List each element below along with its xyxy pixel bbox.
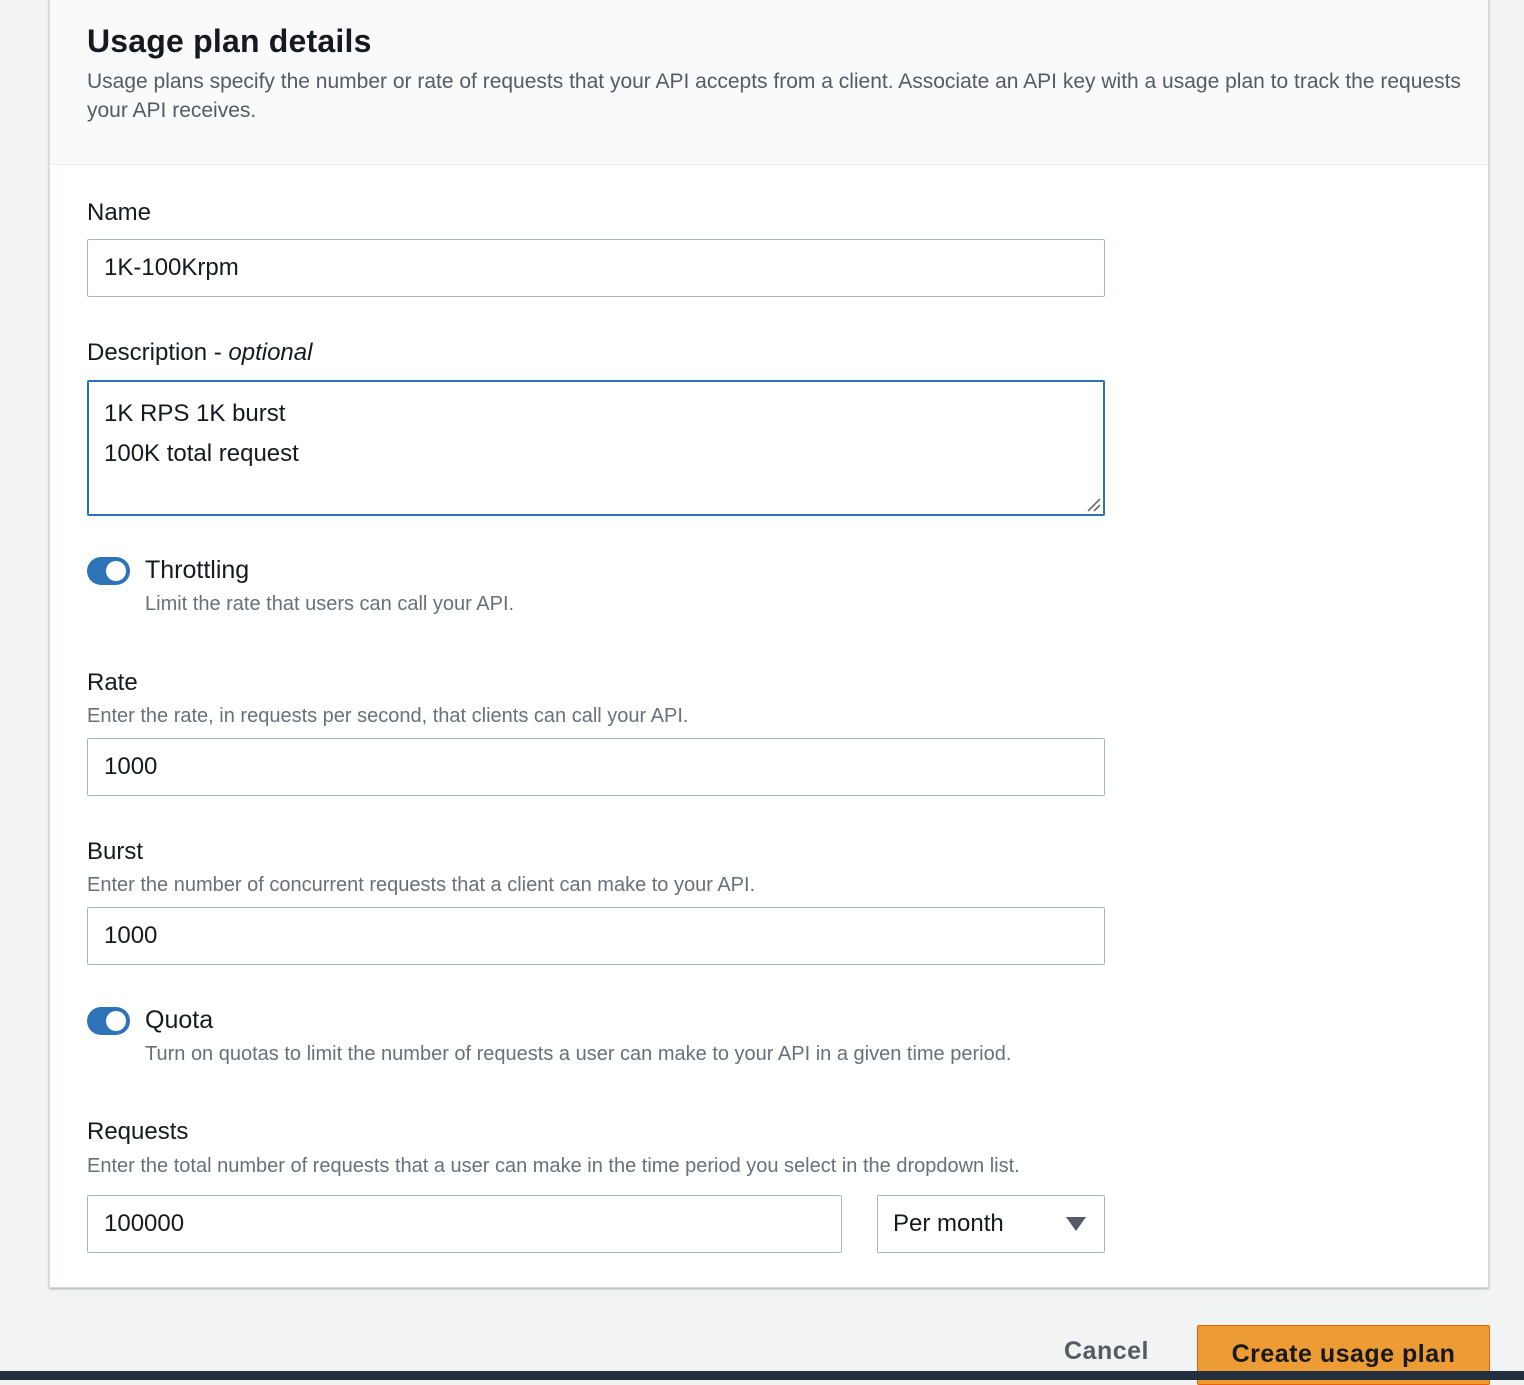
name-label: Name — [87, 199, 152, 226]
rate-label: Rate — [87, 669, 138, 696]
panel-description: Usage plans specify the number or rate o… — [87, 70, 1461, 122]
resize-handle-icon[interactable] — [1085, 496, 1101, 512]
caret-down-icon — [1066, 1217, 1086, 1231]
usage-plan-details-panel: Usage plan details Usage plans specify t… — [49, 0, 1489, 1288]
name-input[interactable]: 1K-100Krpm — [87, 239, 1105, 297]
description-line: 100K total request — [104, 440, 299, 467]
panel-title: Usage plan details — [87, 23, 372, 59]
description-label: Description - optional — [87, 339, 312, 367]
throttling-label: Throttling — [145, 556, 250, 584]
period-select-value: Per month — [893, 1210, 1004, 1237]
optional-text: optional — [228, 339, 313, 366]
burst-hint: Enter the number of concurrent requests … — [87, 874, 756, 896]
description-line: 1K RPS 1K burst — [104, 400, 286, 427]
description-textarea[interactable]: 1K RPS 1K burst 100K total request — [87, 380, 1105, 516]
quota-hint: Turn on quotas to limit the number of re… — [145, 1043, 1012, 1065]
burst-input[interactable]: 1000 — [87, 907, 1105, 965]
quota-toggle[interactable] — [87, 1007, 130, 1035]
period-select[interactable]: Per month — [877, 1195, 1105, 1253]
burst-label: Burst — [87, 838, 144, 865]
quota-label: Quota — [145, 1006, 214, 1034]
throttling-hint: Limit the rate that users can call your … — [145, 593, 515, 615]
requests-label: Requests — [87, 1118, 189, 1145]
panel-header: Usage plan details Usage plans specify t… — [50, 0, 1488, 165]
toggle-knob — [106, 1011, 126, 1031]
bottom-bar — [0, 1371, 1524, 1380]
toggle-knob — [106, 561, 126, 581]
rate-input[interactable]: 1000 — [87, 738, 1105, 796]
cancel-button[interactable]: Cancel — [1064, 1337, 1149, 1366]
description-label-text: Description - — [87, 339, 229, 366]
requests-hint: Enter the total number of requests that … — [87, 1155, 1020, 1177]
requests-input[interactable]: 100000 — [87, 1195, 842, 1253]
throttling-toggle[interactable] — [87, 557, 130, 585]
rate-hint: Enter the rate, in requests per second, … — [87, 705, 689, 727]
